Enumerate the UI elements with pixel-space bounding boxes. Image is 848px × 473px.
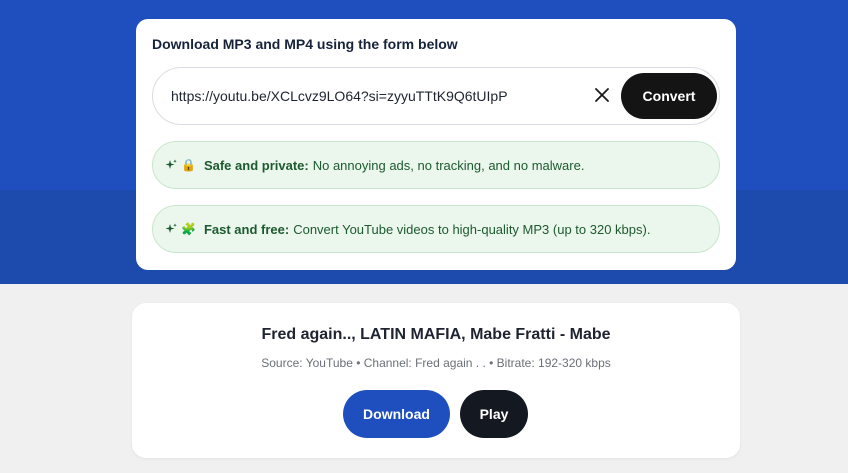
download-button[interactable]: Download <box>343 390 450 438</box>
feature-title: Fast and free: <box>203 221 290 237</box>
url-bar: Convert <box>152 67 720 125</box>
close-icon[interactable] <box>591 84 613 106</box>
play-button[interactable]: Play <box>460 390 528 438</box>
url-input[interactable] <box>171 86 571 106</box>
result-card: Fred again.., LATIN MAFIA, Mabe Fratti -… <box>132 303 740 458</box>
song-title: Fred again.., LATIN MAFIA, Mabe Fratti -… <box>261 326 611 343</box>
sparkle-icon <box>165 223 177 235</box>
feature-text: No annoying ads, no tracking, and no mal… <box>312 157 585 173</box>
feature-text: Convert YouTube videos to high-quality M… <box>293 221 651 237</box>
feature-title: Safe and private: <box>203 157 309 173</box>
lock-icon: 🔒 <box>181 158 196 172</box>
convert-button[interactable]: Convert <box>621 73 717 119</box>
song-meta: Source: YouTube • Channel: Fred again . … <box>261 356 611 370</box>
puzzle-icon: 🧩 <box>181 222 196 236</box>
sparkle-icon <box>165 159 177 171</box>
form-title: Download MP3 and MP4 using the form belo… <box>152 36 458 52</box>
download-form-card: Download MP3 and MP4 using the form belo… <box>136 19 736 270</box>
feature-safe-private: 🔒 Safe and private: No annoying ads, no … <box>152 141 720 189</box>
feature-fast-free: 🧩 Fast and free: Convert YouTube videos … <box>152 205 720 253</box>
